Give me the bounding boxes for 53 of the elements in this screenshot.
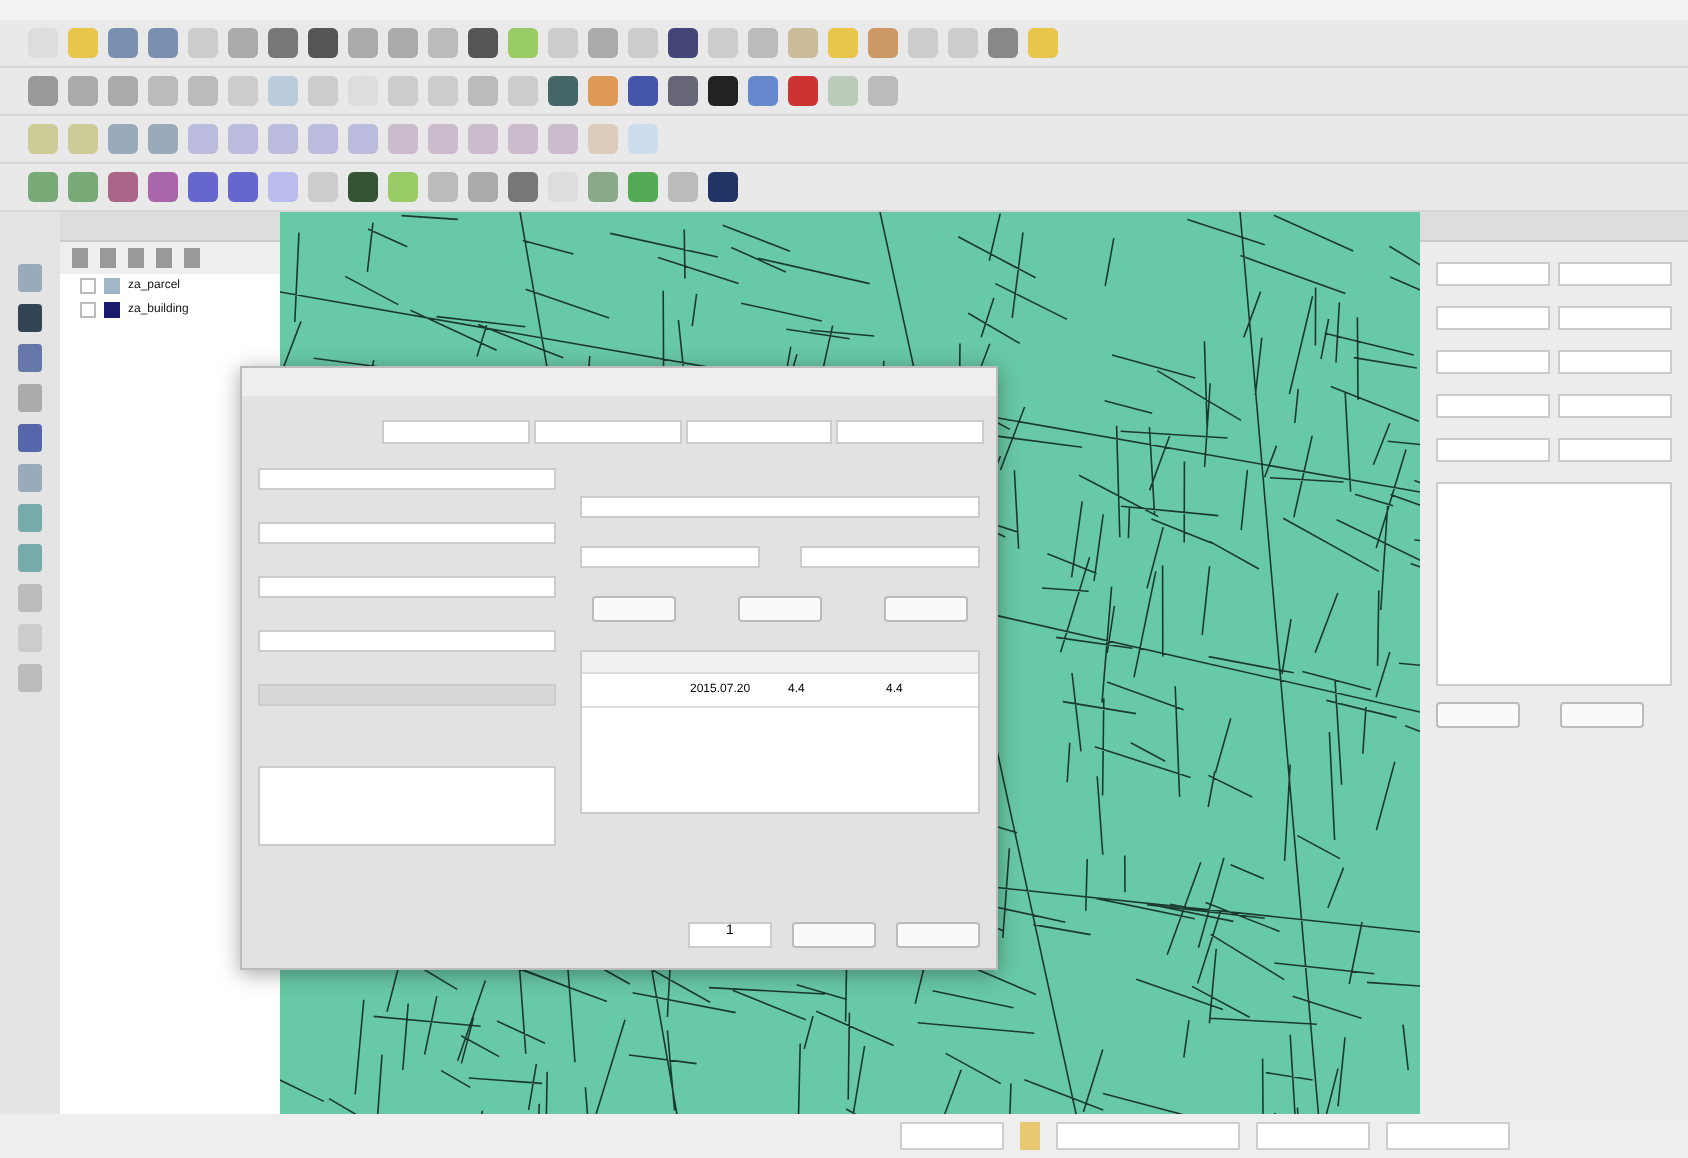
- layer-checkbox[interactable]: [80, 302, 96, 318]
- dropdown[interactable]: [800, 546, 980, 568]
- dialog-tab[interactable]: [836, 420, 984, 444]
- dialog-button[interactable]: [737, 596, 822, 622]
- form-field[interactable]: [1436, 438, 1550, 462]
- form-field[interactable]: [1436, 306, 1550, 330]
- render-toggle[interactable]: [1386, 1122, 1510, 1150]
- dialog-button[interactable]: [591, 596, 676, 622]
- form-field[interactable]: [258, 522, 556, 544]
- dialog-button[interactable]: [896, 922, 980, 948]
- digitizing-tool-icon[interactable]: [18, 464, 42, 492]
- form-field[interactable]: [1558, 438, 1672, 462]
- status-field[interactable]: [900, 1122, 1004, 1150]
- coordinate-field[interactable]: [1056, 1122, 1240, 1150]
- digitizing-tool-icon[interactable]: [18, 344, 42, 372]
- dropdown[interactable]: [580, 496, 980, 518]
- scale-field[interactable]: [1256, 1122, 1370, 1150]
- form-field[interactable]: [1436, 262, 1550, 286]
- toolbar-tool-icon[interactable]: [468, 28, 498, 58]
- form-field[interactable]: [1558, 350, 1672, 374]
- digitizing-tool-icon[interactable]: [18, 384, 42, 412]
- panel-button[interactable]: [1560, 702, 1644, 728]
- form-field[interactable]: [1558, 262, 1672, 286]
- toolbar-tool-icon[interactable]: [308, 28, 338, 58]
- digitizing-tool-icon[interactable]: [18, 264, 42, 292]
- dialog-button[interactable]: [884, 596, 969, 622]
- digitizing-tool-icon[interactable]: [18, 424, 42, 452]
- dialog-tab[interactable]: [533, 420, 681, 444]
- digitizing-tool-icon[interactable]: [18, 304, 42, 332]
- digitizing-tool-icon[interactable]: [18, 544, 42, 572]
- toolbar-tool-icon[interactable]: [708, 172, 738, 202]
- digitizing-tool-icon[interactable]: [18, 504, 42, 532]
- notes-area[interactable]: [258, 766, 556, 846]
- toolbar-tool-icon[interactable]: [708, 76, 738, 106]
- dialog-tab[interactable]: [685, 420, 833, 444]
- dialog-button[interactable]: [792, 922, 876, 948]
- dropdown[interactable]: [580, 546, 760, 568]
- form-field[interactable]: [1558, 306, 1672, 330]
- panel-button[interactable]: [1436, 702, 1520, 728]
- digitizing-tool-icon[interactable]: [18, 584, 42, 612]
- form-field[interactable]: [1436, 350, 1550, 374]
- form-field[interactable]: [258, 468, 556, 490]
- dialog-tab[interactable]: [382, 420, 530, 444]
- toolbar-tool-icon[interactable]: [668, 28, 698, 58]
- dropdown[interactable]: [258, 630, 556, 652]
- layer-checkbox[interactable]: [80, 278, 96, 294]
- notes-area[interactable]: [1436, 482, 1672, 686]
- digitizing-tool-icon[interactable]: [18, 624, 42, 652]
- form-field[interactable]: [258, 576, 556, 598]
- toolbar-tool-icon[interactable]: [348, 172, 378, 202]
- form-field[interactable]: [1558, 394, 1672, 418]
- form-field[interactable]: [1436, 394, 1550, 418]
- digitizing-tool-icon[interactable]: [18, 664, 42, 692]
